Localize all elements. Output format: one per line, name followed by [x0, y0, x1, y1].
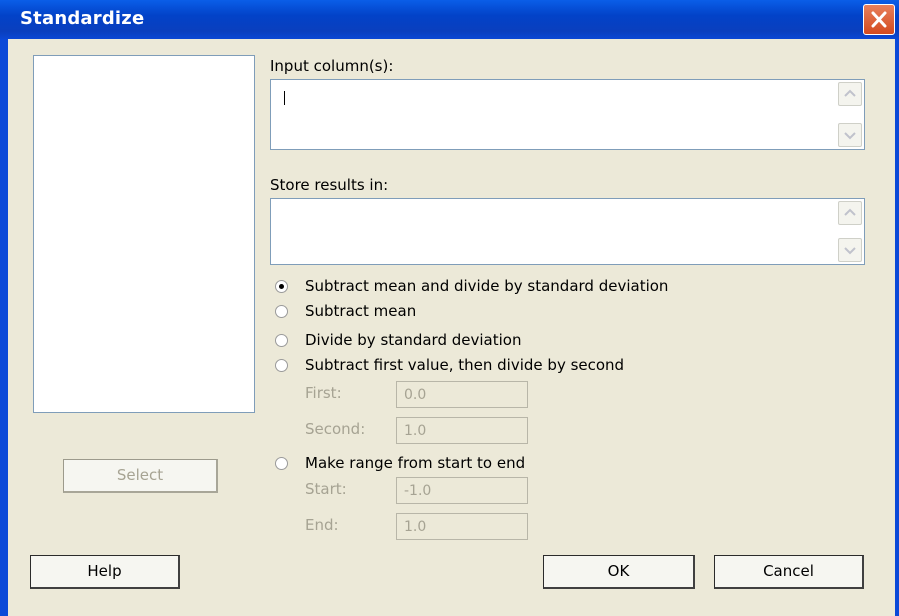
dialog-body: Input column(s): Store results in: Subtr…	[8, 39, 895, 616]
first-label: First:	[305, 384, 342, 402]
input-columns-scrollbar[interactable]	[838, 82, 862, 147]
option-label-subtract-first-divide-second[interactable]: Subtract first value, then divide by sec…	[305, 356, 624, 374]
option-label-make-range[interactable]: Make range from start to end	[305, 454, 525, 472]
window-border-right	[895, 39, 899, 616]
scroll-up-button[interactable]	[838, 82, 862, 106]
scroll-up-button[interactable]	[838, 201, 862, 225]
text-caret	[284, 91, 285, 105]
ok-button[interactable]: OK	[543, 555, 695, 589]
store-results-field[interactable]	[270, 198, 865, 265]
input-columns-field[interactable]	[270, 79, 865, 150]
option-label-divide-sd[interactable]: Divide by standard deviation	[305, 331, 521, 349]
close-button[interactable]	[863, 4, 895, 35]
radio-subtract-first-divide-second[interactable]	[275, 359, 288, 372]
radio-selected-dot	[279, 284, 284, 289]
chevron-down-icon	[844, 132, 856, 140]
scroll-down-button[interactable]	[838, 123, 862, 147]
first-value-field[interactable]: 0.0	[396, 381, 528, 408]
window-border-left	[0, 39, 8, 616]
store-results-label: Store results in:	[270, 176, 389, 194]
second-value-field[interactable]: 1.0	[396, 417, 528, 444]
radio-subtract-mean-divide-sd[interactable]	[275, 280, 288, 293]
close-icon	[871, 11, 887, 28]
option-label-subtract-mean-divide-sd[interactable]: Subtract mean and divide by standard dev…	[305, 277, 668, 295]
variables-listbox[interactable]	[33, 55, 255, 413]
option-label-subtract-mean[interactable]: Subtract mean	[305, 302, 416, 320]
title-bar: Standardize	[0, 0, 899, 39]
window-title: Standardize	[20, 8, 145, 29]
help-button[interactable]: Help	[30, 555, 180, 589]
scroll-down-button[interactable]	[838, 238, 862, 262]
input-columns-label: Input column(s):	[270, 57, 394, 75]
radio-subtract-mean[interactable]	[275, 305, 288, 318]
select-button[interactable]: Select	[63, 459, 218, 493]
second-label: Second:	[305, 420, 366, 438]
radio-divide-sd[interactable]	[275, 334, 288, 347]
chevron-up-icon	[844, 208, 856, 216]
start-label: Start:	[305, 480, 347, 498]
end-label: End:	[305, 516, 339, 534]
end-value-field[interactable]: 1.0	[396, 513, 528, 540]
radio-make-range[interactable]	[275, 457, 288, 470]
chevron-up-icon	[844, 89, 856, 97]
cancel-button[interactable]: Cancel	[714, 555, 864, 589]
chevron-down-icon	[844, 247, 856, 255]
start-value-field[interactable]: -1.0	[396, 477, 528, 504]
store-results-scrollbar[interactable]	[838, 201, 862, 262]
